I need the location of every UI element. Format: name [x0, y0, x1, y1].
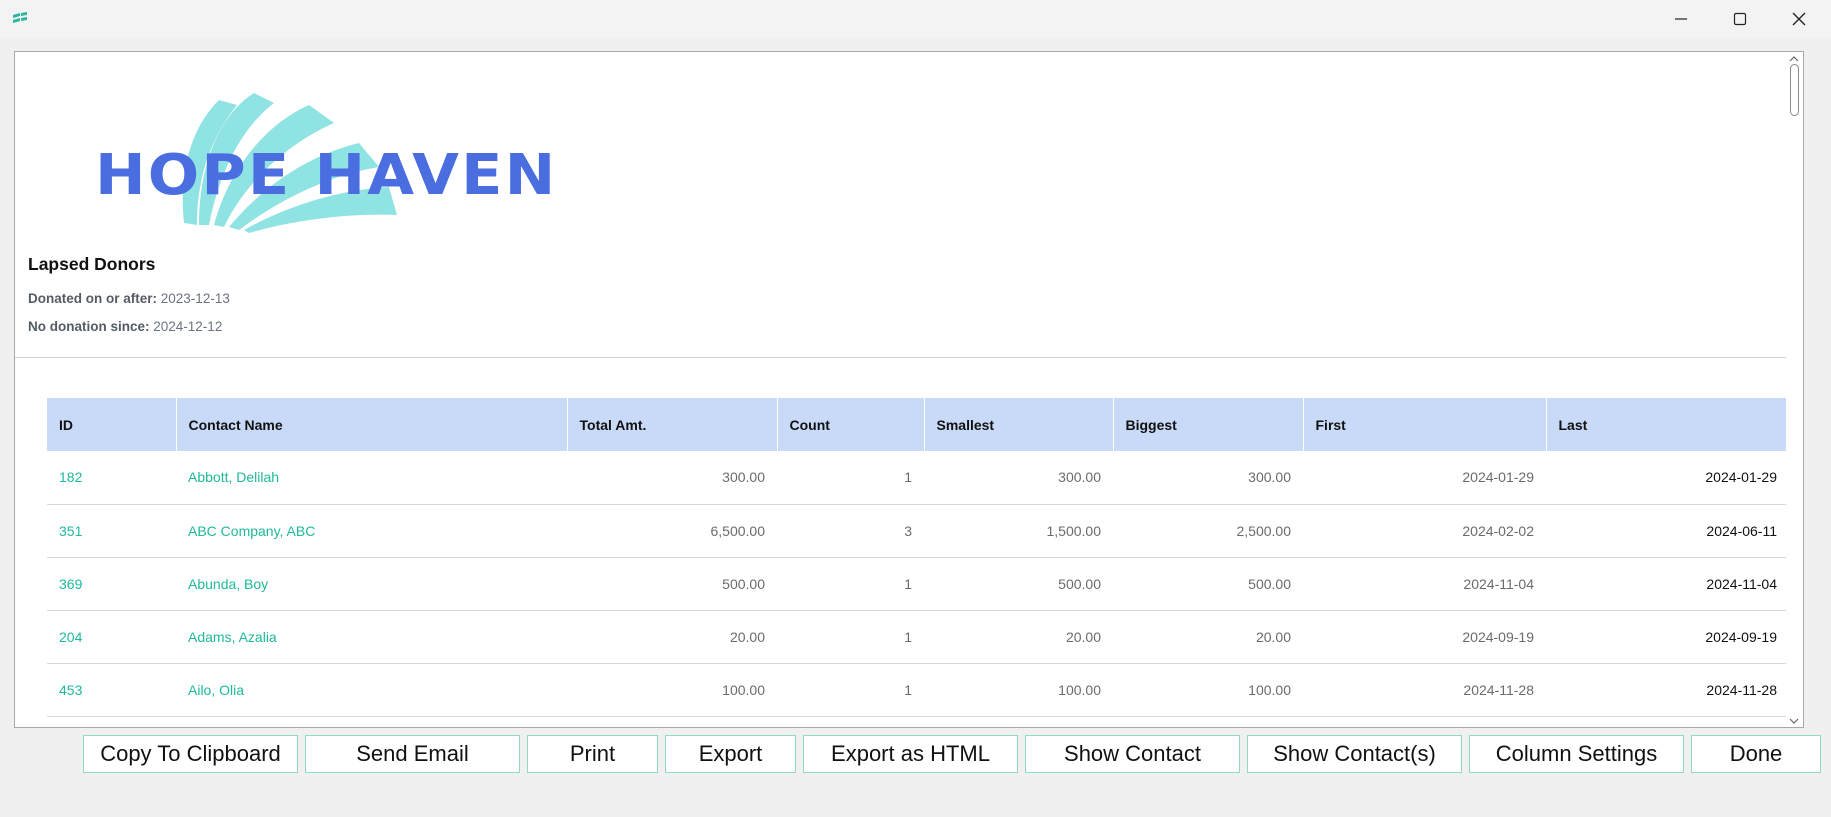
cell-last: 2024-06-11	[1546, 504, 1789, 558]
title-bar	[0, 0, 1831, 38]
table-row[interactable]: 369 Abunda, Boy 500.00 1 500.00 500.00 2…	[47, 557, 1789, 611]
table-header-row: ID Contact Name Total Amt. Count Smalles…	[47, 398, 1789, 451]
minimize-icon	[1675, 18, 1687, 20]
copy-to-clipboard-button[interactable]: Copy To Clipboard	[83, 735, 298, 773]
close-icon	[1792, 12, 1806, 26]
cell-first: 2024-09-19	[1303, 610, 1546, 664]
donors-table: ID Contact Name Total Amt. Count Smalles…	[47, 398, 1789, 717]
cell-last: 2024-09-19	[1546, 610, 1789, 664]
column-header-count[interactable]: Count	[777, 398, 925, 451]
cell-id[interactable]: 351	[47, 504, 176, 558]
column-header-contact-name[interactable]: Contact Name	[176, 398, 568, 451]
cell-first: 2024-11-28	[1303, 663, 1546, 717]
cell-count: 1	[777, 610, 924, 664]
report-title: Lapsed Donors	[28, 254, 156, 274]
organization-logo: HOPE HAVEN	[79, 75, 555, 235]
cell-smallest: 100.00	[924, 663, 1113, 717]
cell-id[interactable]: 369	[47, 557, 176, 611]
cell-last: 2024-11-04	[1546, 557, 1789, 611]
send-email-button[interactable]: Send Email	[305, 735, 520, 773]
filter-label: No donation since:	[28, 319, 150, 334]
close-button[interactable]	[1770, 0, 1828, 38]
cell-count: 1	[777, 557, 924, 611]
column-header-last[interactable]: Last	[1546, 398, 1789, 451]
cell-count: 3	[777, 504, 924, 558]
report-panel[interactable]: HOPE HAVEN Lapsed Donors Donated on or a…	[14, 51, 1804, 728]
cell-total: 500.00	[567, 557, 777, 611]
show-contact-button[interactable]: Show Contact	[1025, 735, 1240, 773]
cell-contact-name[interactable]: Adams, Azalia	[176, 610, 567, 664]
filter-value: 2023-12-13	[160, 291, 230, 306]
filter-donated-after: Donated on or after: 2023-12-13	[28, 291, 230, 306]
table-row[interactable]: 351 ABC Company, ABC 6,500.00 3 1,500.00…	[47, 504, 1789, 558]
scrollbar-thumb[interactable]	[1790, 64, 1799, 116]
scroll-down-arrow-icon[interactable]	[1789, 717, 1799, 725]
column-header-biggest[interactable]: Biggest	[1113, 398, 1304, 451]
cell-total: 100.00	[567, 663, 777, 717]
print-button[interactable]: Print	[527, 735, 658, 773]
cell-total: 6,500.00	[567, 504, 777, 558]
cell-contact-name[interactable]: Abunda, Boy	[176, 557, 567, 611]
column-header-smallest[interactable]: Smallest	[924, 398, 1114, 451]
filter-value: 2024-12-12	[153, 319, 223, 334]
logo-text: HOPE HAVEN	[95, 143, 558, 208]
cell-total: 20.00	[567, 610, 777, 664]
filter-no-donation-since: No donation since: 2024-12-12	[28, 319, 222, 334]
header-divider	[15, 357, 1803, 358]
cell-biggest: 100.00	[1113, 663, 1303, 717]
cell-contact-name[interactable]: Ailo, Olia	[176, 663, 567, 717]
scroll-up-arrow-icon[interactable]	[1789, 55, 1799, 63]
maximize-icon	[1733, 12, 1747, 26]
cell-biggest: 2,500.00	[1113, 504, 1303, 558]
maximize-button[interactable]	[1711, 0, 1769, 38]
show-contacts-button[interactable]: Show Contact(s)	[1247, 735, 1462, 773]
filter-label: Donated on or after:	[28, 291, 158, 306]
cell-id[interactable]: 182	[47, 451, 176, 505]
cell-first: 2024-11-04	[1303, 557, 1546, 611]
cell-smallest: 500.00	[924, 557, 1113, 611]
export-as-html-button[interactable]: Export as HTML	[803, 735, 1018, 773]
cell-contact-name[interactable]: Abbott, Delilah	[176, 451, 567, 505]
cell-biggest: 300.00	[1113, 451, 1303, 505]
cell-first: 2024-02-02	[1303, 504, 1546, 558]
cell-biggest: 20.00	[1113, 610, 1303, 664]
cell-smallest: 20.00	[924, 610, 1113, 664]
export-button[interactable]: Export	[665, 735, 796, 773]
cell-biggest: 500.00	[1113, 557, 1303, 611]
table-row[interactable]: 204 Adams, Azalia 20.00 1 20.00 20.00 20…	[47, 610, 1789, 664]
done-button[interactable]: Done	[1691, 735, 1821, 773]
vertical-scrollbar[interactable]	[1786, 52, 1803, 727]
cell-first: 2024-01-29	[1303, 451, 1546, 505]
table-row[interactable]: 182 Abbott, Delilah 300.00 1 300.00 300.…	[47, 451, 1789, 505]
table-row[interactable]: 453 Ailo, Olia 100.00 1 100.00 100.00 20…	[47, 663, 1789, 717]
donors-table-container: ID Contact Name Total Amt. Count Smalles…	[47, 398, 1789, 717]
minimize-button[interactable]	[1652, 0, 1710, 38]
report-header: HOPE HAVEN Lapsed Donors Donated on or a…	[15, 52, 1803, 357]
cell-last: 2024-11-28	[1546, 663, 1789, 717]
action-button-row: Copy To Clipboard Send Email Print Expor…	[0, 735, 1831, 773]
column-header-id[interactable]: ID	[47, 398, 177, 451]
cell-smallest: 1,500.00	[924, 504, 1113, 558]
cell-id[interactable]: 204	[47, 610, 176, 664]
cell-contact-name[interactable]: ABC Company, ABC	[176, 504, 567, 558]
app-logo-icon	[13, 12, 27, 23]
column-settings-button[interactable]: Column Settings	[1469, 735, 1684, 773]
column-header-total-amount[interactable]: Total Amt.	[567, 398, 778, 451]
cell-smallest: 300.00	[924, 451, 1113, 505]
cell-count: 1	[777, 663, 924, 717]
cell-id[interactable]: 453	[47, 663, 176, 717]
cell-last: 2024-01-29	[1546, 451, 1789, 505]
column-header-first[interactable]: First	[1303, 398, 1547, 451]
cell-total: 300.00	[567, 451, 777, 505]
cell-count: 1	[777, 451, 924, 505]
